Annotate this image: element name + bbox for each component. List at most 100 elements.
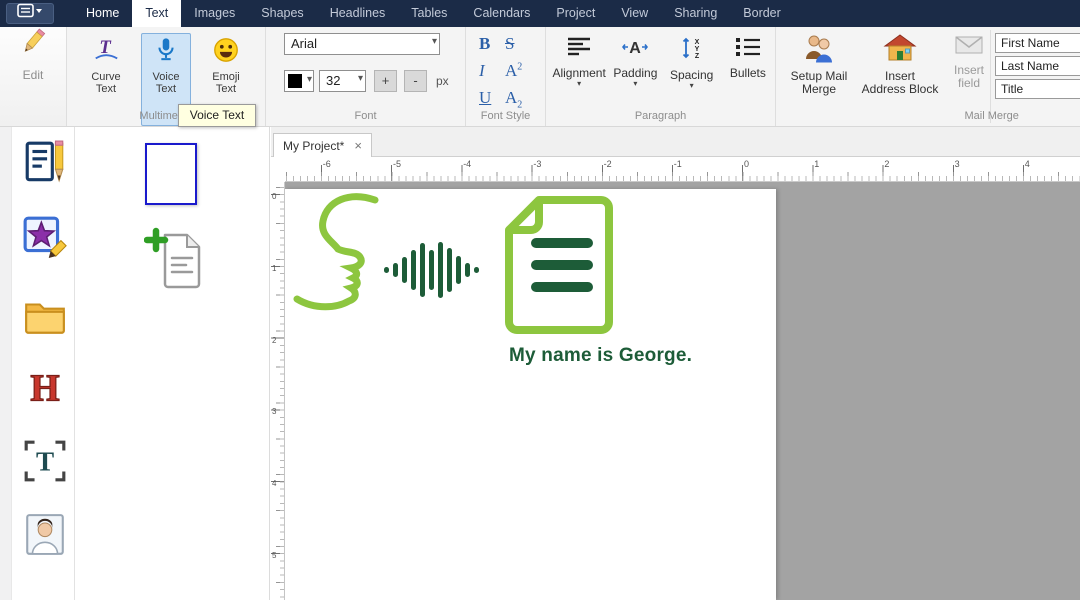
canvas-area: My Project* × -6-5-4-3-2-101234 012345 M… — [271, 127, 1080, 600]
document-page[interactable]: My name is George. — [285, 189, 776, 600]
insert-field-button[interactable]: Insert field — [946, 33, 992, 90]
chevron-down-icon: ▾ — [608, 80, 662, 88]
bold-button[interactable]: B — [479, 34, 505, 56]
mail-merge-group-label: Mail Merge — [964, 110, 1018, 122]
ruler-vertical: 012345 — [271, 182, 285, 600]
ruler-h-label: -2 — [604, 159, 612, 169]
font-family-combo[interactable]: Arial ▾ — [284, 33, 440, 55]
ruler-v-label: 2 — [272, 336, 276, 345]
bullets-label: Bullets — [721, 66, 775, 80]
menu-tab-tables[interactable]: Tables — [398, 0, 460, 27]
paragraph-group: Alignment ▾ A Padding ▾ XYZ — [545, 27, 775, 126]
page-thumbnail[interactable] — [145, 143, 197, 205]
merge-field-first-name[interactable]: First Name — [995, 33, 1080, 53]
speaking-face-graphic[interactable] — [287, 191, 399, 317]
sidebar-item-photo[interactable] — [22, 512, 68, 558]
waveform-bar — [393, 263, 398, 277]
alignment-icon — [567, 37, 591, 61]
close-icon[interactable]: × — [354, 138, 362, 153]
two-people-icon — [802, 50, 836, 67]
microphone-icon — [152, 36, 180, 69]
subscript-button[interactable]: A2 — [505, 88, 535, 110]
curve-text-label: Curve — [91, 71, 120, 83]
insert-address-block-button[interactable]: Insert Address Block — [856, 33, 944, 96]
sidebar-item-folder[interactable] — [22, 293, 68, 339]
app-menu-button[interactable] — [6, 3, 54, 24]
waveform-bar — [456, 256, 461, 284]
menu-tab-view[interactable]: View — [608, 0, 661, 27]
shapes-editor-icon — [22, 215, 68, 261]
insert-field-label2: field — [958, 76, 980, 90]
font-color-swatch — [288, 74, 302, 88]
chevron-down-icon: ▾ — [358, 73, 363, 84]
menu-tab-shapes[interactable]: Shapes — [248, 0, 316, 27]
canvas-text[interactable]: My name is George. — [509, 345, 692, 367]
menu-tab-project[interactable]: Project — [543, 0, 608, 27]
font-size-decrease-button[interactable]: - — [404, 70, 427, 92]
sidebar-item-shapes[interactable] — [22, 215, 68, 261]
document-graphic[interactable] — [503, 194, 615, 336]
svg-text:Y: Y — [694, 46, 699, 53]
ruler-v-label: 3 — [272, 407, 276, 416]
waveform-bar — [420, 243, 425, 297]
chevron-down-icon: ▾ — [307, 74, 312, 85]
svg-text:H: H — [30, 368, 59, 410]
italic-button[interactable]: I — [479, 61, 505, 83]
merge-field-title[interactable]: Title — [995, 79, 1080, 99]
menu-tab-sharing[interactable]: Sharing — [661, 0, 730, 27]
bullets-icon — [735, 37, 761, 61]
ruler-h-label: -3 — [533, 159, 541, 169]
sidebar-item-compose-document[interactable] — [22, 140, 68, 186]
padding-label: Padding — [608, 66, 662, 80]
ruler-v-label: 0 — [272, 192, 276, 201]
font-size-increase-button[interactable]: + — [374, 70, 397, 92]
menu-tab-home[interactable]: Home — [73, 0, 132, 27]
font-color-button[interactable]: ▾ — [284, 70, 314, 92]
chevron-down-icon: ▾ — [552, 80, 606, 88]
emoji-text-label: Emoji — [212, 71, 240, 83]
alignment-label: Alignment — [552, 66, 606, 80]
edit-button[interactable]: Edit — [0, 27, 66, 126]
menu-tab-text[interactable]: Text — [132, 0, 181, 27]
waveform-bar — [447, 248, 452, 292]
ribbon: Edit T Curve Text Voice — [0, 27, 1080, 127]
document-tab[interactable]: My Project* × — [273, 133, 372, 157]
subscript-mark: 2 — [517, 99, 522, 110]
superscript-button[interactable]: A2 — [505, 61, 535, 83]
svg-text:Z: Z — [694, 53, 699, 59]
menu-tab-border[interactable]: Border — [730, 0, 794, 27]
insert-field-label: Insert — [954, 63, 984, 77]
ruler-v-label: 4 — [272, 479, 276, 488]
merge-fields-list: First Name Last Name Title — [995, 33, 1080, 102]
menu-tab-calendars[interactable]: Calendars — [460, 0, 543, 27]
ruler-h-label: -1 — [674, 159, 682, 169]
padding-icon: A — [622, 37, 648, 61]
ruler-corner — [271, 156, 285, 182]
paragraph-group-label: Paragraph — [546, 110, 775, 122]
setup-mail-merge-label2: Merge — [802, 82, 836, 96]
chevron-down-icon: ▾ — [665, 82, 719, 90]
menu-tab-headlines[interactable]: Headlines — [317, 0, 399, 27]
ruler-v-label: 5 — [272, 551, 276, 560]
merge-field-last-name[interactable]: Last Name — [995, 56, 1080, 76]
spacing-label: Spacing — [665, 68, 719, 82]
edit-label: Edit — [0, 68, 66, 82]
font-size-value: 32 — [326, 73, 340, 88]
setup-mail-merge-button[interactable]: Setup Mail Merge — [788, 33, 850, 96]
waveform-graphic[interactable] — [384, 241, 479, 299]
menu-tab-images[interactable]: Images — [181, 0, 248, 27]
ruler-h-label: 4 — [1025, 159, 1030, 169]
add-page-button[interactable] — [144, 227, 206, 293]
strikethrough-button[interactable]: S — [505, 34, 535, 56]
sidebar-gutter — [0, 127, 12, 600]
superscript-mark: 2 — [517, 61, 522, 72]
font-size-combo[interactable]: 32 ▾ — [319, 70, 366, 92]
sidebar-item-headlines[interactable]: H — [22, 365, 68, 411]
curve-text-label2: Text — [96, 83, 116, 95]
app-menu-icon — [17, 3, 43, 24]
envelope-icon — [954, 44, 984, 61]
font-family-value: Arial — [291, 36, 317, 51]
subscript-letter: A — [505, 88, 517, 107]
sidebar-item-text-frame[interactable]: T — [22, 438, 68, 484]
underline-button[interactable]: U — [479, 88, 505, 110]
